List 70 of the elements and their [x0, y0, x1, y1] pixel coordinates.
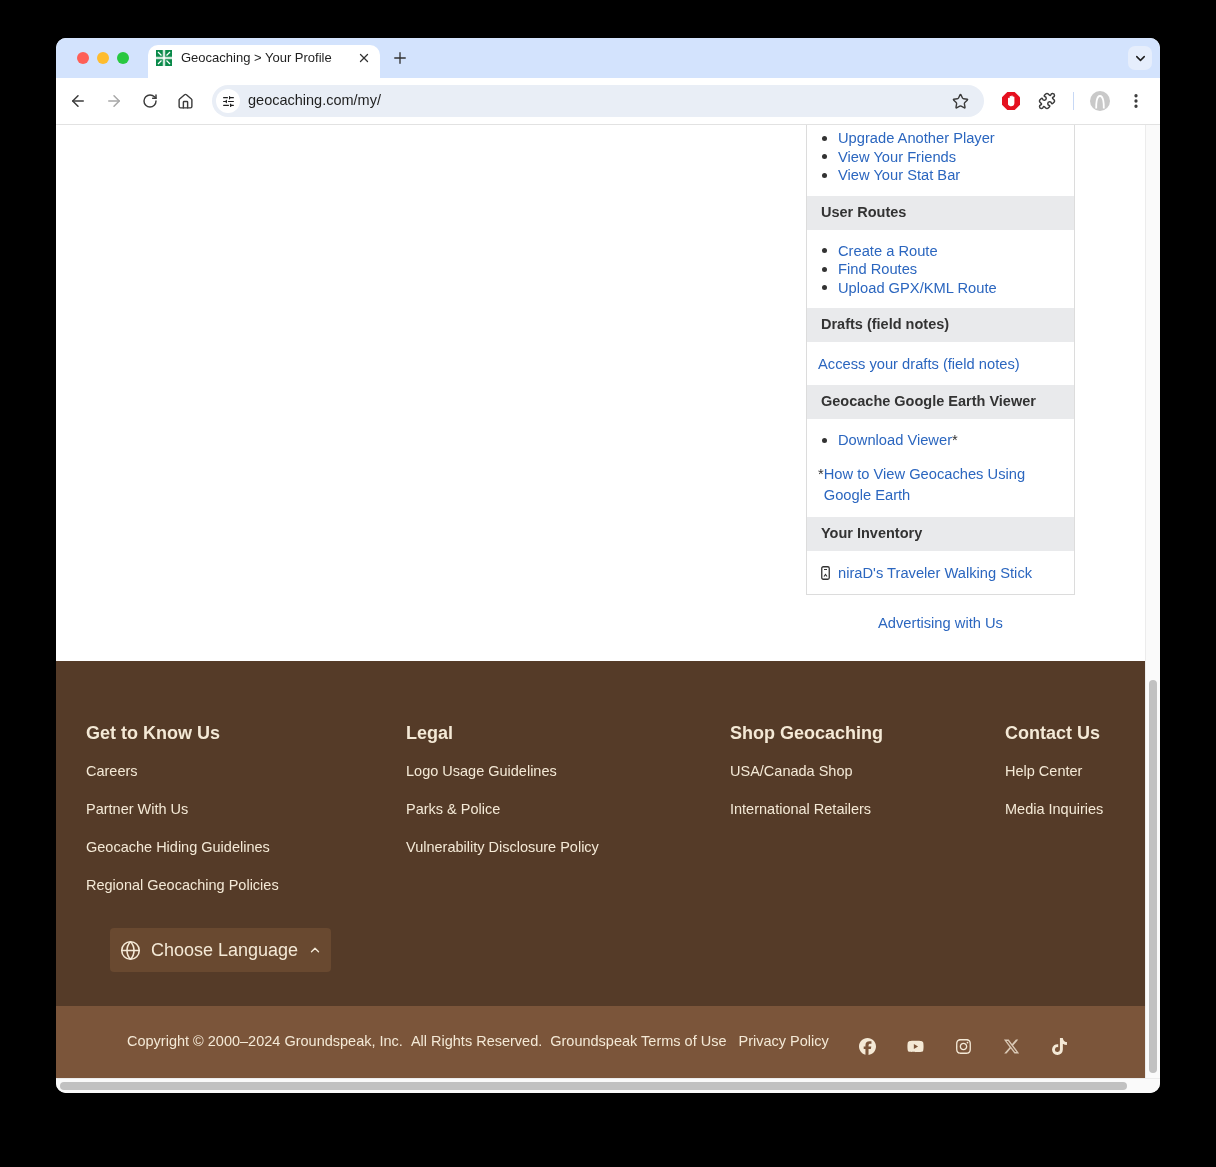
language-button[interactable]: Choose Language [110, 928, 331, 972]
tiktok-icon[interactable] [1050, 1037, 1068, 1055]
advertising-link[interactable]: Advertising with Us [878, 612, 1003, 633]
sidebar-note: *How to View Geocaches Using Google Earth [818, 463, 1061, 506]
scrollbar-thumb[interactable] [1149, 680, 1157, 1073]
sidebar-link[interactable]: Upload GPX/KML Route [838, 278, 997, 297]
bullet-icon [822, 172, 827, 178]
x-logo-icon[interactable] [1002, 1037, 1020, 1055]
section-heading: User Routes [807, 195, 1074, 230]
sidebar-link[interactable]: View Your Stat Bar [838, 166, 961, 185]
footer-link[interactable]: Media Inquiries [1005, 799, 1104, 819]
bullet-icon [822, 135, 827, 141]
bullet-icon [822, 437, 827, 443]
stop-sign-icon[interactable] [1002, 92, 1020, 110]
footer-link[interactable]: Parks & Police [406, 799, 501, 819]
close-icon[interactable] [357, 51, 371, 65]
star-icon[interactable] [952, 92, 969, 110]
footer-link[interactable]: Careers [86, 761, 138, 781]
sidebar-link[interactable]: Download Viewer [838, 432, 953, 448]
vertical-scrollbar[interactable] [1145, 125, 1160, 1078]
footer-link[interactable]: Logo Usage Guidelines [406, 761, 557, 781]
sidebar-link[interactable]: View Your Friends [838, 147, 957, 166]
footer-link[interactable]: Vulnerability Disclosure Policy [406, 837, 599, 857]
sidebar-note: Download Viewer* [838, 431, 958, 450]
sidebar-link[interactable]: How to View Geocaches Using Google Earth [823, 463, 1061, 506]
address-bar[interactable]: geocaching.com/my/ [212, 85, 984, 117]
facebook-icon[interactable] [858, 1037, 876, 1055]
bullet-icon [822, 285, 827, 291]
reload-icon[interactable] [142, 93, 158, 109]
sliders-icon [221, 94, 235, 108]
sidebar-link[interactable]: niraD's Traveler Walking Stick [838, 562, 1033, 583]
tab-search-button[interactable] [1128, 46, 1152, 70]
browser-tab[interactable]: Geocaching > Your Profile [148, 45, 380, 78]
sidebar-link[interactable]: Find Routes [838, 260, 918, 279]
scrollbar-thumb[interactable] [60, 1082, 1127, 1090]
instagram-icon[interactable] [954, 1037, 972, 1055]
tag-icon [821, 565, 830, 580]
footer-link[interactable]: Regional Geocaching Policies [86, 875, 279, 895]
copyright-text: Copyright © 2000–2024 Groundspeak, Inc. [127, 1032, 403, 1052]
footer-link[interactable]: USA/Canada Shop [730, 761, 853, 781]
legal-link[interactable]: Privacy Policy [738, 1031, 829, 1053]
tab-title: Geocaching > Your Profile [181, 49, 333, 68]
footer-link[interactable]: Help Center [1005, 761, 1083, 781]
site-info-button[interactable] [216, 89, 240, 113]
sidebar-link[interactable]: Access your drafts (field notes) [818, 354, 1020, 374]
bullet-icon [822, 266, 827, 272]
bullet-icon [822, 248, 827, 254]
legal-link[interactable]: Groundspeak Terms of Use [550, 1031, 727, 1053]
footer-link[interactable]: Geocache Hiding Guidelines [86, 837, 270, 857]
footer-link[interactable]: Partner With Us [86, 799, 189, 819]
globe-icon [120, 939, 141, 961]
copyright-text: All Rights Reserved. [410, 1032, 543, 1052]
footer-heading: Shop Geocaching [730, 722, 884, 745]
sidebar-link[interactable]: Upgrade Another Player [838, 129, 995, 148]
url-text: geocaching.com/my/ [248, 91, 382, 111]
home-icon[interactable] [177, 92, 194, 110]
puzzle-icon[interactable] [1038, 92, 1056, 110]
footer-heading: Contact Us [1005, 722, 1100, 745]
section-heading: Geocache Google Earth Viewer [807, 385, 1074, 419]
bullet-icon [822, 154, 827, 160]
footer-heading: Legal [406, 722, 453, 745]
footer-heading: Get to Know Us [86, 722, 220, 745]
grid-logo-icon [156, 50, 172, 66]
footer-link[interactable]: International Retailers [730, 799, 872, 819]
sidebar-link[interactable]: Create a Route [838, 241, 938, 260]
plus-icon[interactable] [391, 49, 409, 67]
horizontal-scrollbar[interactable] [56, 1078, 1160, 1093]
section-heading: Drafts (field notes) [807, 308, 1074, 342]
back-icon[interactable] [69, 92, 87, 110]
section-heading: Your Inventory [807, 516, 1074, 551]
